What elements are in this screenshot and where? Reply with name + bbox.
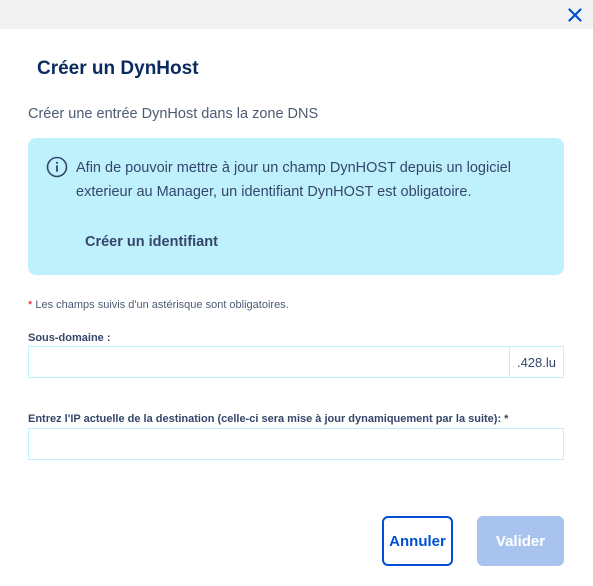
close-icon xyxy=(568,8,582,22)
required-asterisk: * xyxy=(28,299,33,311)
subdomain-input-group: .428.lu xyxy=(28,346,564,378)
info-message: Afin de pouvoir mettre à jour un champ D… xyxy=(28,138,564,275)
create-identifier-link[interactable]: Créer un identifiant xyxy=(85,234,218,250)
ip-input[interactable] xyxy=(28,428,564,460)
create-dynhost-dialog: Créer un DynHost Créer une entrée DynHos… xyxy=(0,0,593,586)
close-button[interactable] xyxy=(563,3,587,27)
required-note-text: Les champs suivis d'un astérisque sont o… xyxy=(35,299,289,311)
cancel-button[interactable]: Annuler xyxy=(382,516,453,566)
info-circle-icon xyxy=(46,156,68,178)
subdomain-label: Sous-domaine : xyxy=(28,332,111,344)
submit-button[interactable]: Valider xyxy=(477,516,564,566)
subdomain-input[interactable] xyxy=(29,347,509,377)
domain-suffix: .428.lu xyxy=(509,347,563,377)
ip-label: Entrez l'IP actuelle de la destination (… xyxy=(28,413,509,425)
dialog-title: Créer un DynHost xyxy=(37,58,199,79)
dialog-subtitle: Créer une entrée DynHost dans la zone DN… xyxy=(28,106,319,122)
dialog-header-bar xyxy=(0,0,593,29)
required-fields-note: * Les champs suivis d'un astérisque sont… xyxy=(28,299,289,311)
info-text: Afin de pouvoir mettre à jour un champ D… xyxy=(76,160,511,200)
